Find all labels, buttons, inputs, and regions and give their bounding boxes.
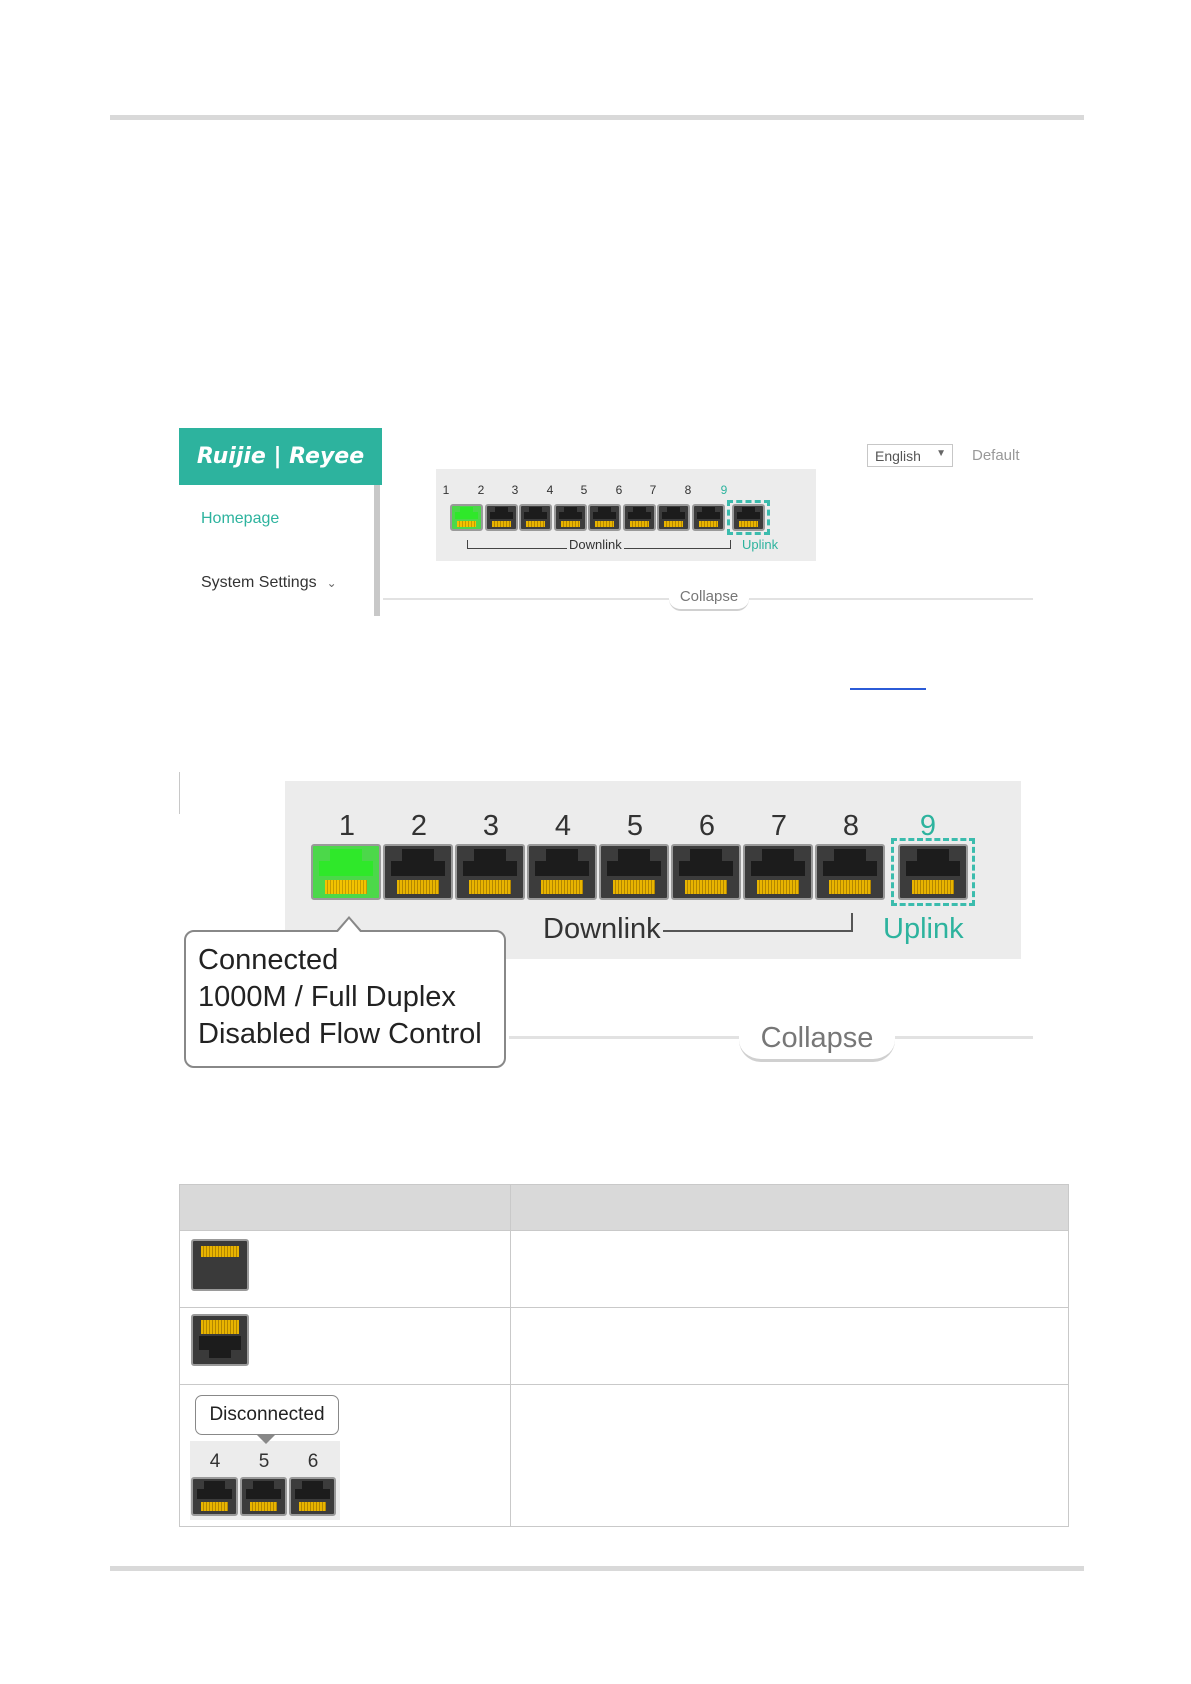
figure-link-underline[interactable] xyxy=(850,688,926,690)
port-7-icon[interactable] xyxy=(743,844,813,900)
nav-homepage[interactable]: Homepage xyxy=(201,510,279,528)
collapse-button[interactable]: Collapse xyxy=(669,585,749,611)
table-row xyxy=(179,1307,1069,1385)
tooltip-speed: 1000M / Full Duplex xyxy=(198,981,456,1013)
chevron-down-icon: ⌄ xyxy=(326,576,337,590)
sfp-port-icon xyxy=(191,1239,249,1291)
port-number: 6 xyxy=(615,483,623,497)
port-9-uplink-icon[interactable] xyxy=(898,844,968,900)
port-number: 8 xyxy=(842,810,860,842)
ethernet-port-icon xyxy=(191,1314,249,1366)
web-ui-screenshot: Ruijie | Reyee Homepage System Settings ⌄… xyxy=(179,428,1033,616)
port-legend-table: Disconnected 4 5 6 xyxy=(179,1184,1069,1527)
table-cell-description xyxy=(510,1384,1069,1527)
table-cell-description xyxy=(510,1230,1069,1308)
port-number: 4 xyxy=(209,1451,221,1472)
port-7-icon[interactable] xyxy=(657,504,690,531)
default-label[interactable]: Default xyxy=(972,447,1020,464)
port-5-icon[interactable] xyxy=(599,844,669,900)
table-cell-icon xyxy=(179,1230,511,1308)
port-number: 1 xyxy=(442,483,450,497)
table-cell-icon: Disconnected 4 5 6 xyxy=(179,1384,511,1527)
table-row xyxy=(179,1230,1069,1308)
port-6-icon[interactable] xyxy=(623,504,656,531)
port-2-icon[interactable] xyxy=(485,504,518,531)
port-9-uplink-icon[interactable] xyxy=(732,504,765,531)
port-number: 4 xyxy=(554,810,572,842)
brand-logo: Ruijie | Reyee xyxy=(179,428,382,485)
table-header-cell xyxy=(179,1184,511,1231)
port-2-icon[interactable] xyxy=(383,844,453,900)
port-3-icon[interactable] xyxy=(519,504,552,531)
tooltip-arrow xyxy=(256,1434,276,1444)
downlink-bracket-line xyxy=(659,930,851,932)
port-1-connected-icon[interactable] xyxy=(450,504,483,531)
port-number: 3 xyxy=(482,810,500,842)
table-row: Disconnected 4 5 6 xyxy=(179,1384,1069,1527)
caret-down-icon: ▼ xyxy=(936,448,946,459)
nav-system-settings[interactable]: System Settings ⌄ xyxy=(201,574,337,592)
tooltip-flow-control: Disabled Flow Control xyxy=(198,1018,482,1050)
port-4-icon[interactable] xyxy=(527,844,597,900)
language-select-value: English xyxy=(875,448,921,464)
port-number: 6 xyxy=(307,1451,319,1472)
port-8-icon[interactable] xyxy=(815,844,885,900)
port-5-disconnected-icon xyxy=(240,1477,287,1516)
port-number: 7 xyxy=(649,483,657,497)
footer-rule xyxy=(110,1566,1084,1571)
port-number: 6 xyxy=(698,810,716,842)
uplink-label: Uplink xyxy=(742,537,779,552)
port-number: 4 xyxy=(546,483,554,497)
table-header-row xyxy=(179,1184,1069,1231)
table-cell-icon xyxy=(179,1307,511,1385)
port-3-icon[interactable] xyxy=(455,844,525,900)
port-6-icon[interactable] xyxy=(671,844,741,900)
disconnected-tooltip: Disconnected xyxy=(195,1395,339,1435)
port-number: 1 xyxy=(338,810,356,842)
port-number-uplink: 9 xyxy=(720,483,728,497)
edge-line xyxy=(179,772,180,814)
port-4-icon[interactable] xyxy=(554,504,587,531)
port-1-connected-icon[interactable] xyxy=(311,844,381,900)
port-detail-screenshot: 1 2 3 4 5 6 7 8 9 Downlink Uplink Collap… xyxy=(179,772,1033,1077)
downlink-label: Downlink xyxy=(567,537,624,552)
port-number: 5 xyxy=(626,810,644,842)
downlink-bracket-end xyxy=(851,913,853,932)
header-rule xyxy=(110,115,1084,120)
port-number: 5 xyxy=(258,1451,270,1472)
port-number: 3 xyxy=(511,483,519,497)
port-number: 2 xyxy=(477,483,485,497)
port-8-icon[interactable] xyxy=(692,504,725,531)
table-cell-description xyxy=(510,1307,1069,1385)
uplink-label: Uplink xyxy=(883,913,964,945)
nav-system-settings-label: System Settings xyxy=(201,574,317,591)
port-6-disconnected-icon xyxy=(289,1477,336,1516)
collapse-button[interactable]: Collapse xyxy=(739,1017,895,1062)
tooltip-arrow-fill xyxy=(337,919,361,933)
port-status-tooltip: Connected 1000M / Full Duplex Disabled F… xyxy=(184,930,506,1068)
tooltip-status: Connected xyxy=(198,944,339,976)
port-5-icon[interactable] xyxy=(588,504,621,531)
language-select[interactable]: English ▼ xyxy=(867,444,953,467)
table-header-cell xyxy=(510,1184,1069,1231)
port-number: 2 xyxy=(410,810,428,842)
sidebar-scrollbar[interactable] xyxy=(374,485,380,616)
port-number: 7 xyxy=(770,810,788,842)
port-number: 5 xyxy=(580,483,588,497)
downlink-label: Downlink xyxy=(541,913,663,946)
port-number: 8 xyxy=(684,483,692,497)
port-4-disconnected-icon xyxy=(191,1477,238,1516)
